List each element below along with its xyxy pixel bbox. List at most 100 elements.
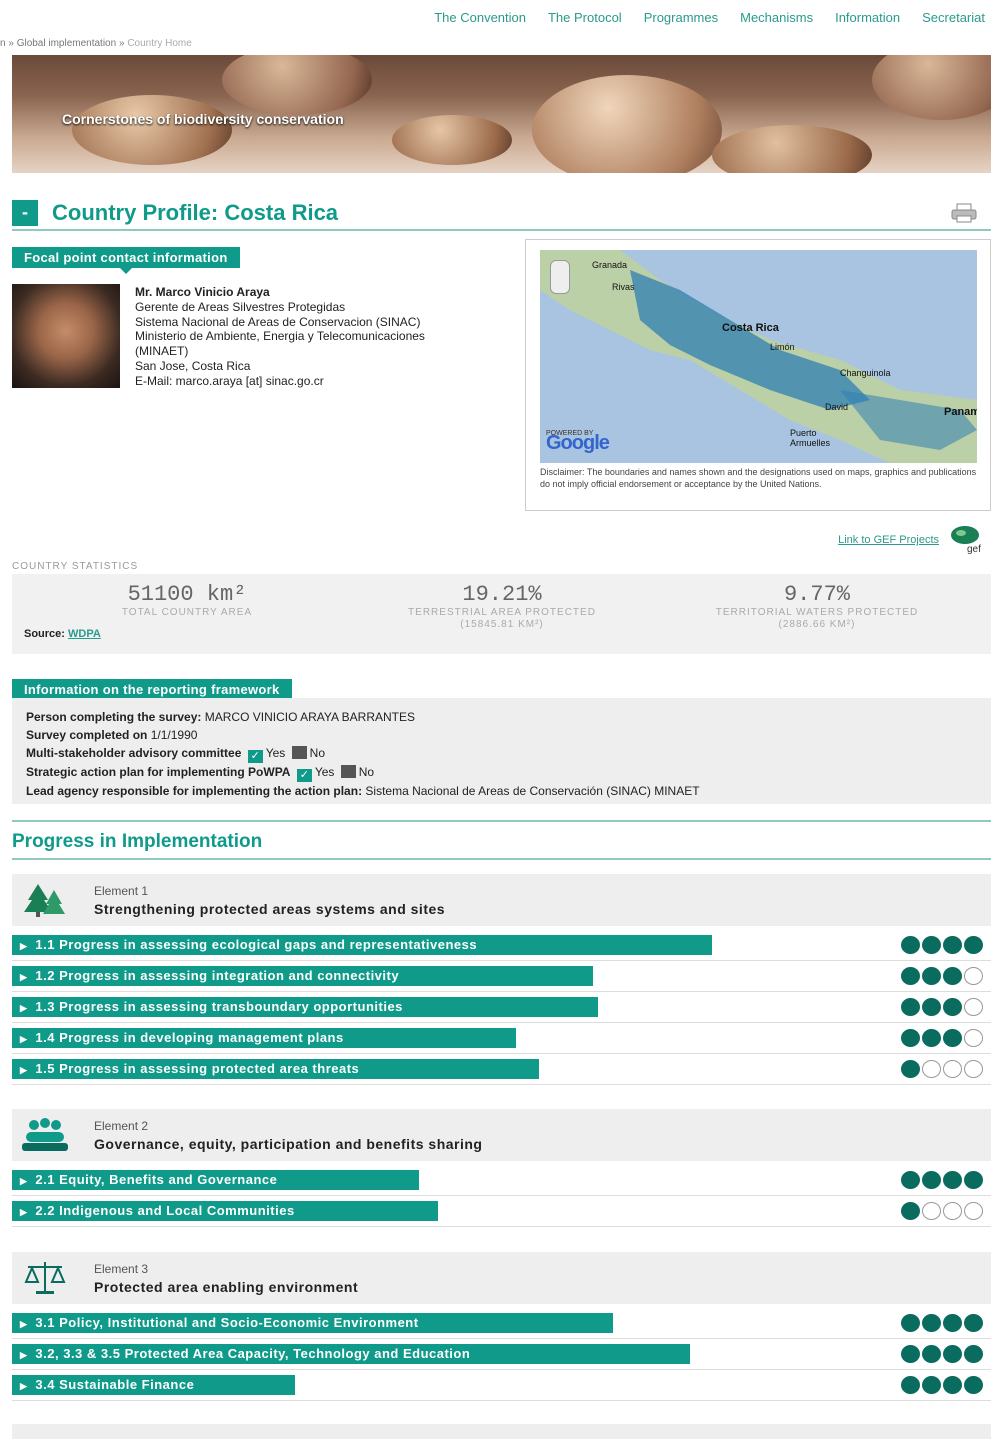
rating-filled-dot-icon <box>943 1171 962 1189</box>
progress-rating <box>901 1171 983 1189</box>
map-label: Granada <box>592 260 628 270</box>
rating-filled-dot-icon <box>964 1171 983 1189</box>
element-1-header: Element 1 Strengthening protected areas … <box>12 874 991 926</box>
stat-label: TERRITORIAL WATERS PROTECTED <box>715 607 919 618</box>
checkbox-unchecked-icon <box>340 765 356 778</box>
stat-label: TERRESTRIAL AREA PROTECTED <box>408 607 596 618</box>
breadcrumb-prefix[interactable]: n » <box>0 38 14 49</box>
checkbox-unchecked-icon <box>291 746 307 759</box>
progress-item-label: 1.5 Progress in assessing protected area… <box>35 1061 360 1076</box>
nav-the-protocol[interactable]: The Protocol <box>548 10 622 25</box>
rating-filled-dot-icon <box>922 1171 941 1189</box>
map-label: Puerto Armuelles <box>790 428 831 448</box>
progress-item-label: 1.2 Progress in assessing integration an… <box>35 968 400 983</box>
rating-filled-dot-icon <box>943 936 962 954</box>
rating-filled-dot-icon <box>922 1314 941 1332</box>
nav-the-convention[interactable]: The Convention <box>434 10 526 25</box>
breadcrumb-separator: » <box>118 38 125 49</box>
progress-item-1-2[interactable]: ▶ 1.2 Progress in assessing integration a… <box>12 966 593 986</box>
source-link[interactable]: WDPA <box>68 628 101 640</box>
stat-sub: (2886.66 KM²) <box>778 619 856 630</box>
field-label: Multi-stakeholder advisory committee <box>26 746 242 760</box>
arrow-right-icon: ▶ <box>20 941 28 951</box>
progress-row: ▶ 1.1 Progress in assessing ecological ga… <box>12 930 991 961</box>
rating-filled-dot-icon <box>964 936 983 954</box>
gef-projects-link[interactable]: Link to GEF Projects <box>838 534 939 546</box>
element-2-header: Element 2 Governance, equity, participat… <box>12 1109 991 1161</box>
progress-rating <box>901 967 983 985</box>
rating-filled-dot-icon <box>943 1345 962 1363</box>
progress-item-2-2[interactable]: ▶ 2.2 Indigenous and Local Communities <box>12 1201 438 1221</box>
map-zoom-control[interactable] <box>550 260 570 294</box>
scales-icon <box>24 1262 66 1294</box>
rating-filled-dot-icon <box>922 1376 941 1394</box>
rating-filled-dot-icon <box>943 1314 962 1332</box>
contact-line: Ministerio de Ambiente, Energia y Teleco… <box>135 329 425 359</box>
field-label: Person completing the survey: <box>26 710 202 724</box>
rating-filled-dot-icon <box>922 1345 941 1363</box>
arrow-right-icon: ▶ <box>20 1381 28 1391</box>
rating-empty-dot-icon <box>964 1202 983 1220</box>
rating-filled-dot-icon <box>964 1345 983 1363</box>
element-4-header <box>12 1424 991 1439</box>
stat-terrestrial: 19.21% TERRESTRIAL AREA PROTECTED (15845… <box>372 582 632 631</box>
source-label: Source: <box>24 628 65 640</box>
progress-item-label: 3.1 Policy, Institutional and Socio-Econ… <box>35 1315 419 1330</box>
gef-logo-icon[interactable]: gef <box>947 524 983 554</box>
nav-mechanisms[interactable]: Mechanisms <box>740 10 813 25</box>
progress-item-3-2[interactable]: ▶ 3.2, 3.3 & 3.5 Protected Area Capacity,… <box>12 1344 690 1364</box>
collapse-button[interactable]: - <box>12 200 38 226</box>
progress-section-header: Progress in Implementation <box>12 820 991 860</box>
progress-item-1-1[interactable]: ▶ 1.1 Progress in assessing ecological ga… <box>12 935 712 955</box>
progress-rating <box>901 1202 983 1220</box>
progress-item-1-5[interactable]: ▶ 1.5 Progress in assessing protected are… <box>12 1059 539 1079</box>
breadcrumb-current: Country Home <box>127 38 192 49</box>
banner-tagline: Cornerstones of biodiversity conservatio… <box>62 111 344 127</box>
arrow-right-icon: ▶ <box>20 1003 28 1013</box>
breadcrumb-global-implementation[interactable]: Global implementation <box>17 38 117 49</box>
progress-item-2-1[interactable]: ▶ 2.1 Equity, Benefits and Governance <box>12 1170 419 1190</box>
contact-line: Sistema Nacional de Areas de Conservacio… <box>135 314 421 329</box>
progress-row: ▶ 1.4 Progress in developing management p… <box>12 1023 991 1054</box>
rating-filled-dot-icon <box>901 1029 920 1047</box>
rating-filled-dot-icon <box>901 998 920 1016</box>
print-icon[interactable] <box>951 203 977 223</box>
top-navigation: The Convention The Protocol Programmes M… <box>0 0 991 34</box>
progress-row: ▶ 2.1 Equity, Benefits and Governance <box>12 1165 991 1196</box>
rating-filled-dot-icon <box>943 1376 962 1394</box>
contact-email: E-Mail: marco.araya [at] sinac.go.cr <box>135 373 324 388</box>
country-profile-header: - Country Profile: Costa Rica <box>12 197 991 231</box>
field-value: Sistema Nacional de Areas de Conservació… <box>365 784 700 798</box>
rating-empty-dot-icon <box>964 1029 983 1047</box>
checkbox-checked-icon: ✓ <box>247 750 263 763</box>
rating-filled-dot-icon <box>964 1314 983 1332</box>
nav-secretariat[interactable]: Secretariat <box>922 10 985 25</box>
rating-empty-dot-icon <box>943 1060 962 1078</box>
progress-rating <box>901 936 983 954</box>
nav-programmes[interactable]: Programmes <box>644 10 718 25</box>
contact-name: Mr. Marco Vinicio Araya <box>135 285 270 299</box>
map-canvas[interactable]: Granada Rivas Costa Rica Limón Changuino… <box>540 250 977 463</box>
rating-empty-dot-icon <box>943 1202 962 1220</box>
focal-point-label: Focal point contact information <box>12 247 240 274</box>
banner-image: Cornerstones of biodiversity conservatio… <box>12 55 991 173</box>
map-label: Rivas <box>612 282 635 292</box>
progress-item-3-1[interactable]: ▶ 3.1 Policy, Institutional and Socio-Eco… <box>12 1313 613 1333</box>
map-disclaimer: Disclaimer: The boundaries and names sho… <box>540 467 977 489</box>
breadcrumb: n » Global implementation » Country Home <box>0 38 192 49</box>
google-logo: Google <box>546 432 610 454</box>
element-title: Governance, equity, participation and be… <box>94 1136 483 1152</box>
element-number: Element 1 <box>94 884 149 898</box>
progress-row: ▶ 2.2 Indigenous and Local Communities <box>12 1196 991 1227</box>
rating-empty-dot-icon <box>922 1202 941 1220</box>
rating-filled-dot-icon <box>943 1029 962 1047</box>
progress-item-3-4[interactable]: ▶ 3.4 Sustainable Finance <box>12 1375 295 1395</box>
map-label: Limón <box>770 342 795 352</box>
progress-item-label: 3.2, 3.3 & 3.5 Protected Area Capacity, … <box>35 1346 471 1361</box>
progress-item-1-3[interactable]: ▶ 1.3 Progress in assessing transboundary… <box>12 997 598 1017</box>
field-value: MARCO VINICIO ARAYA BARRANTES <box>204 710 415 724</box>
rating-empty-dot-icon <box>964 998 983 1016</box>
progress-item-1-4[interactable]: ▶ 1.4 Progress in developing management p… <box>12 1028 516 1048</box>
progress-row: ▶ 1.2 Progress in assessing integration a… <box>12 961 991 992</box>
nav-information[interactable]: Information <box>835 10 900 25</box>
